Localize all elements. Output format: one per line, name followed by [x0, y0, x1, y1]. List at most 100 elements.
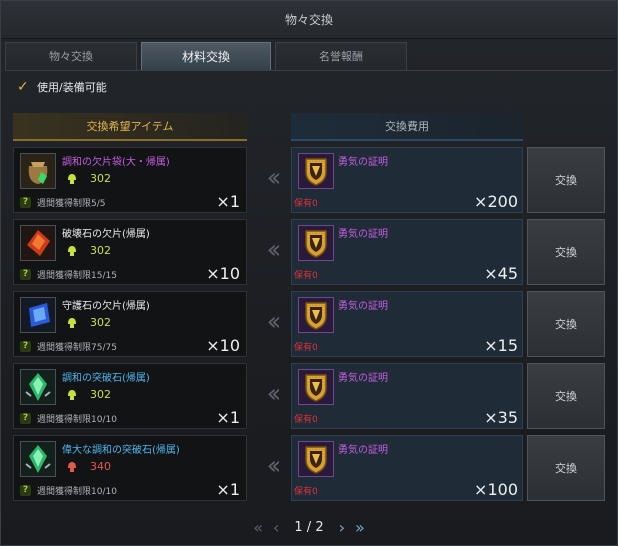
- weekly-limit-text: 週間獲得制限15/15: [37, 271, 117, 281]
- double-arrow-left-icon: ‹‹: [266, 163, 282, 193]
- cost-quantity: ×200: [474, 192, 518, 211]
- double-arrow-left-icon: ‹‹: [266, 235, 282, 265]
- item-name: 調和の欠片袋(大・帰属): [62, 157, 170, 168]
- helmet-icon: [68, 245, 76, 256]
- item-stat: 302: [66, 244, 111, 257]
- cost-panel: 勇気の証明 保有0 ×45: [291, 219, 523, 285]
- red-stone-icon[interactable]: [20, 225, 56, 261]
- double-arrow-left-icon: ‹‹: [266, 379, 282, 409]
- tab-divider: [5, 70, 613, 71]
- weekly-limit: ? 週間獲得制限75/75: [20, 340, 117, 353]
- proof-of-courage-icon[interactable]: [298, 153, 334, 189]
- cost-panel: 勇気の証明 保有0 ×100: [291, 435, 523, 501]
- item-stat: 340: [66, 460, 111, 473]
- exchange-row: 調和の突破石(帰属) 302 ? 週間獲得制限10/10 ×1 ‹‹ 勇気の証明…: [13, 363, 607, 429]
- help-icon[interactable]: ?: [20, 197, 31, 208]
- exchange-window: 物々交換 物々交換 材料交換 名誉報酬 ✓ 使用/装備可能 交換希望アイテム 交…: [0, 0, 618, 546]
- double-arrow-left-icon: ‹‹: [266, 451, 282, 481]
- pouch-icon[interactable]: [20, 153, 56, 189]
- item-name: 守護石の欠片(帰属): [62, 301, 150, 312]
- weekly-limit-text: 週間獲得制限10/10: [37, 487, 117, 497]
- helmet-icon: [68, 389, 76, 400]
- help-icon[interactable]: ?: [20, 485, 31, 496]
- exchange-row: 偉大な調和の突破石(帰属) 340 ? 週間獲得制限10/10 ×1 ‹‹ 勇気…: [13, 435, 607, 501]
- item-stat-value: 302: [90, 244, 111, 257]
- cost-panel: 勇気の証明 保有0 ×35: [291, 363, 523, 429]
- cost-item-name: 勇気の証明: [338, 445, 388, 456]
- blue-stone-icon[interactable]: [20, 297, 56, 333]
- cost-panel: 勇気の証明 保有0 ×200: [291, 147, 523, 213]
- item-stat: 302: [66, 388, 111, 401]
- cost-item-name: 勇気の証明: [338, 373, 388, 384]
- exchange-button[interactable]: 交換: [527, 291, 605, 357]
- checkmark-icon[interactable]: ✓: [17, 80, 31, 94]
- owned-count: 保有0: [294, 199, 318, 209]
- help-icon[interactable]: ?: [20, 269, 31, 280]
- item-quantity: ×10: [206, 264, 240, 283]
- cost-header: 交換費用: [291, 113, 523, 141]
- item-stat-value: 340: [90, 460, 111, 473]
- item-stat: 302: [66, 316, 111, 329]
- usable-filter[interactable]: ✓ 使用/装備可能: [17, 79, 107, 95]
- exchange-button[interactable]: 交換: [527, 219, 605, 285]
- prev-page-icon[interactable]: ‹: [273, 518, 279, 537]
- exchange-row: 破壊石の欠片(帰属) 302 ? 週間獲得制限15/15 ×10 ‹‹ 勇気の証…: [13, 219, 607, 285]
- cost-item-name: 勇気の証明: [338, 301, 388, 312]
- item-quantity: ×1: [216, 480, 240, 499]
- tab-bar: 物々交換 材料交換 名誉報酬: [5, 42, 615, 70]
- proof-of-courage-icon[interactable]: [298, 369, 334, 405]
- help-icon[interactable]: ?: [20, 413, 31, 424]
- tab-honor-reward[interactable]: 名誉報酬: [275, 42, 407, 70]
- item-name: 偉大な調和の突破石(帰属): [62, 445, 180, 456]
- owned-count: 保有0: [294, 415, 318, 425]
- weekly-limit-text: 週間獲得制限10/10: [37, 415, 117, 425]
- item-stat-value: 302: [90, 388, 111, 401]
- green-crystal-icon[interactable]: [20, 369, 56, 405]
- helmet-icon: [68, 461, 76, 472]
- wanted-item-panel: 調和の欠片袋(大・帰属) 302 ? 週間獲得制限5/5 ×1: [13, 147, 247, 213]
- last-page-icon[interactable]: »: [355, 518, 365, 537]
- exchange-button[interactable]: 交換: [527, 363, 605, 429]
- pagination: « ‹ 1 / 2 › »: [1, 516, 617, 538]
- exchange-row: 守護石の欠片(帰属) 302 ? 週間獲得制限75/75 ×10 ‹‹ 勇気の証…: [13, 291, 607, 357]
- tab-barter[interactable]: 物々交換: [5, 42, 137, 70]
- helmet-icon: [68, 173, 76, 184]
- cost-quantity: ×45: [484, 264, 518, 283]
- weekly-limit: ? 週間獲得制限10/10: [20, 484, 117, 497]
- proof-of-courage-icon[interactable]: [298, 225, 334, 261]
- cost-quantity: ×100: [474, 480, 518, 499]
- weekly-limit: ? 週間獲得制限5/5: [20, 196, 106, 209]
- item-stat-value: 302: [90, 316, 111, 329]
- cost-panel: 勇気の証明 保有0 ×15: [291, 291, 523, 357]
- item-quantity: ×10: [206, 336, 240, 355]
- item-name: 破壊石の欠片(帰属): [62, 229, 150, 240]
- exchange-row: 調和の欠片袋(大・帰属) 302 ? 週間獲得制限5/5 ×1 ‹‹ 勇気の証明…: [13, 147, 607, 213]
- help-icon[interactable]: ?: [20, 341, 31, 352]
- window-title: 物々交換: [1, 1, 617, 39]
- proof-of-courage-icon[interactable]: [298, 441, 334, 477]
- cost-quantity: ×15: [484, 336, 518, 355]
- proof-of-courage-icon[interactable]: [298, 297, 334, 333]
- double-arrow-left-icon: ‹‹: [266, 307, 282, 337]
- next-page-icon[interactable]: ›: [339, 518, 345, 537]
- weekly-limit-text: 週間獲得制限5/5: [37, 199, 106, 209]
- exchange-button[interactable]: 交換: [527, 435, 605, 501]
- item-stat: 302: [66, 172, 111, 185]
- wanted-item-panel: 破壊石の欠片(帰属) 302 ? 週間獲得制限15/15 ×10: [13, 219, 247, 285]
- owned-count: 保有0: [294, 271, 318, 281]
- usable-filter-label: 使用/装備可能: [37, 81, 107, 94]
- weekly-limit: ? 週間獲得制限15/15: [20, 268, 117, 281]
- first-page-icon[interactable]: «: [253, 518, 263, 537]
- tab-material-exchange[interactable]: 材料交換: [141, 42, 271, 70]
- owned-count: 保有0: [294, 487, 318, 497]
- cost-item-name: 勇気の証明: [338, 229, 388, 240]
- item-name: 調和の突破石(帰属): [62, 373, 150, 384]
- exchange-button[interactable]: 交換: [527, 147, 605, 213]
- helmet-icon: [68, 317, 76, 328]
- wanted-items-header: 交換希望アイテム: [13, 113, 247, 141]
- green-crystal-icon[interactable]: [20, 441, 56, 477]
- page-indicator: 1 / 2: [294, 519, 324, 535]
- weekly-limit-text: 週間獲得制限75/75: [37, 343, 117, 353]
- weekly-limit: ? 週間獲得制限10/10: [20, 412, 117, 425]
- item-stat-value: 302: [90, 172, 111, 185]
